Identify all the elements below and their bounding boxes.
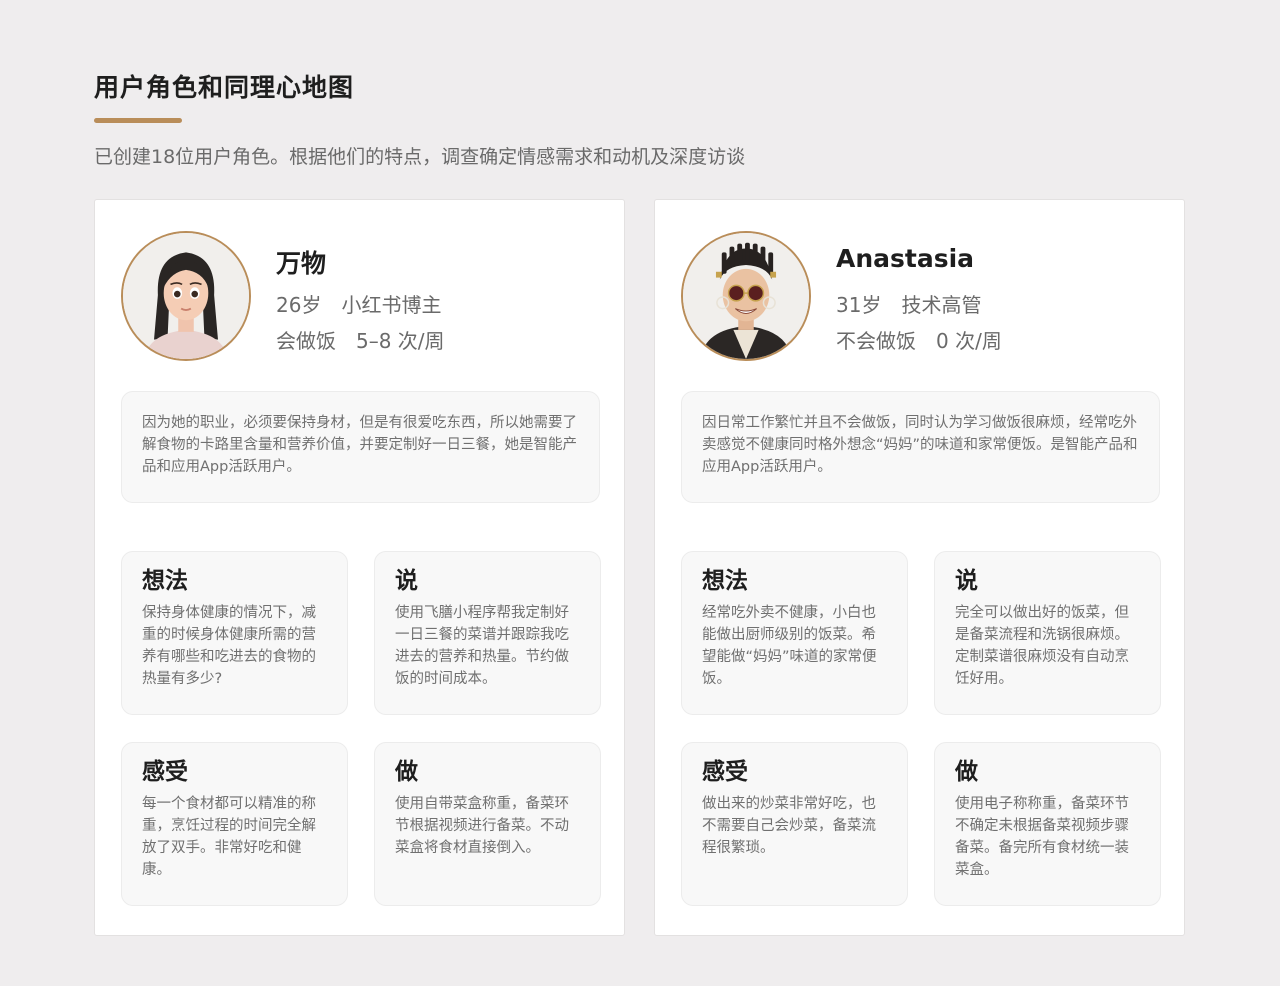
page: 用户角色和同理心地图 已创建18位用户角色。根据他们的特点，调查确定情感需求和动… — [0, 0, 1280, 986]
persona-age: 26岁 — [276, 293, 322, 317]
empathy-do-text: 使用电子称称重，备菜环节不确定未根据备菜视频步骤备菜。备完所有食材统一装菜盒。 — [955, 796, 1129, 878]
empathy-feel-title: 感受 — [142, 759, 188, 785]
page-subtitle: 已创建18位用户角色。根据他们的特点，调查确定情感需求和动机及深度访谈 — [94, 146, 746, 168]
empathy-feel-title: 感受 — [702, 759, 748, 785]
empathy-do-title: 做 — [395, 759, 418, 785]
persona-role: 小红书博主 — [341, 293, 442, 317]
empathy-feel: 感受 每一个食材都可以精准的称重，烹饪过程的时间完全解放了双手。非常好吃和健康。 — [121, 742, 348, 906]
empathy-do: 做 使用电子称称重，备菜环节不确定未根据备菜视频步骤备菜。备完所有食材统一装菜盒… — [934, 742, 1161, 906]
empathy-think-title: 想法 — [142, 568, 188, 594]
avatar-girl-illustration — [123, 233, 249, 359]
persona-name: Anastasia — [836, 244, 975, 273]
persona-card-wanwu: 万物 26岁 小红书博主 会做饭 5–8 次/周 因为她的职业，必须要保持身材，但是… — [94, 199, 625, 936]
empathy-feel-text: 每一个食材都可以精准的称重，烹饪过程的时间完全解放了双手。非常好吃和健康。 — [142, 796, 316, 878]
persona-meta: 31岁 技术高管 — [836, 289, 981, 318]
avatar-man-illustration — [683, 233, 809, 359]
empathy-do-text: 使用自带菜盒称重，备菜环节根据视频进行备菜。不动菜盒将食材直接倒入。 — [395, 796, 569, 856]
empathy-say: 说 使用飞膳小程序帮我定制好一日三餐的菜谱并跟踪我吃进去的营养和热量。节约做饭的… — [374, 551, 601, 715]
persona-cooking-frequency: 5–8 次/周 — [356, 329, 445, 353]
persona-meta: 26岁 小红书博主 — [276, 289, 441, 318]
empathy-do: 做 使用自带菜盒称重，备菜环节根据视频进行备菜。不动菜盒将食材直接倒入。 — [374, 742, 601, 906]
empathy-feel-text: 做出来的炒菜非常好吃，也不需要自己会炒菜，备菜流程很繁琐。 — [702, 796, 876, 856]
empathy-think: 想法 保持身体健康的情况下，减重的时候身体健康所需的营养有哪些和吃进去的食物的热… — [121, 551, 348, 715]
persona-cooking: 会做饭 5–8 次/周 — [276, 325, 445, 354]
persona-cooking-skill: 不会做饭 — [836, 329, 916, 353]
empathy-think-text: 保持身体健康的情况下，减重的时候身体健康所需的营养有哪些和吃进去的食物的热量有多… — [142, 605, 316, 687]
empathy-say-title: 说 — [395, 568, 418, 594]
empathy-say-text: 完全可以做出好的饭菜，但是备菜流程和洗锅很麻烦。定制菜谱很麻烦没有自动烹饪好用。 — [955, 605, 1129, 687]
empathy-think: 想法 经常吃外卖不健康，小白也能做出厨师级别的饭菜。希望能做“妈妈”味道的家常便… — [681, 551, 908, 715]
persona-description: 因日常工作繁忙并且不会做饭，同时认为学习做饭很麻烦，经常吃外卖感觉不健康同时格外… — [681, 391, 1160, 503]
empathy-think-title: 想法 — [702, 568, 748, 594]
persona-description: 因为她的职业，必须要保持身材，但是有很爱吃东西，所以她需要了解食物的卡路里含量和… — [121, 391, 600, 503]
empathy-think-text: 经常吃外卖不健康，小白也能做出厨师级别的饭菜。希望能做“妈妈”味道的家常便饭。 — [702, 605, 877, 687]
empathy-say-title: 说 — [955, 568, 978, 594]
avatar-anastasia — [681, 231, 811, 361]
page-title: 用户角色和同理心地图 — [94, 73, 355, 102]
persona-cooking-frequency: 0 次/周 — [936, 329, 1002, 353]
persona-name: 万物 — [276, 249, 327, 278]
avatar-wanwu — [121, 231, 251, 361]
title-underline — [94, 118, 182, 123]
persona-cooking-skill: 会做饭 — [276, 329, 336, 353]
empathy-do-title: 做 — [955, 759, 978, 785]
persona-role: 技术高管 — [901, 293, 982, 317]
empathy-say: 说 完全可以做出好的饭菜，但是备菜流程和洗锅很麻烦。定制菜谱很麻烦没有自动烹饪好… — [934, 551, 1161, 715]
persona-age: 31岁 — [836, 293, 882, 317]
persona-card-anastasia: Anastasia 31岁 技术高管 不会做饭 0 次/周 因日常工作繁忙并且不会做… — [654, 199, 1185, 936]
persona-cooking: 不会做饭 0 次/周 — [836, 325, 1002, 354]
empathy-feel: 感受 做出来的炒菜非常好吃，也不需要自己会炒菜，备菜流程很繁琐。 — [681, 742, 908, 906]
empathy-say-text: 使用飞膳小程序帮我定制好一日三餐的菜谱并跟踪我吃进去的营养和热量。节约做饭的时间… — [395, 605, 569, 687]
